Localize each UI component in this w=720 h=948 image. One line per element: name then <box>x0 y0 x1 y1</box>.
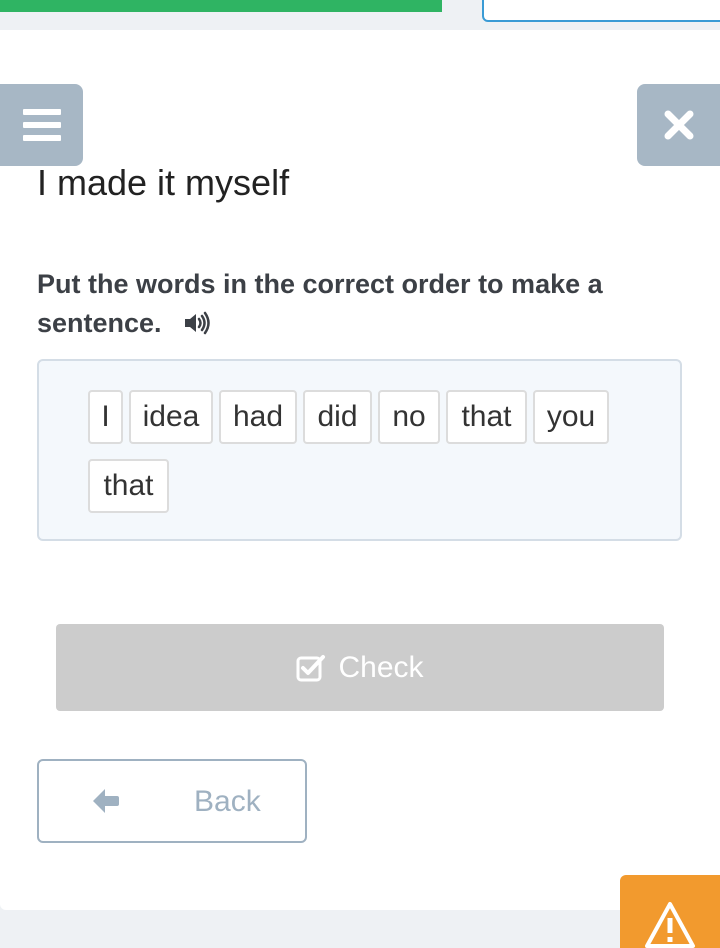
arrow-left-icon <box>93 789 119 813</box>
close-button[interactable] <box>637 84 720 166</box>
menu-button[interactable] <box>0 84 83 166</box>
close-icon <box>664 110 693 140</box>
checkbox-icon <box>296 654 326 681</box>
word-chip[interactable]: had <box>219 390 297 444</box>
word-chip[interactable]: that <box>446 390 527 444</box>
word-chip[interactable]: no <box>378 390 440 444</box>
check-label: Check <box>338 650 424 684</box>
speaker-icon[interactable] <box>183 307 211 346</box>
instruction-text: Put the words in the correct order to ma… <box>37 265 697 346</box>
word-chip[interactable]: idea <box>129 390 213 444</box>
instruction-label: Put the words in the correct order to ma… <box>37 269 603 338</box>
word-chip[interactable]: you <box>533 390 609 444</box>
word-chip[interactable]: that <box>88 459 169 513</box>
back-label: Back <box>194 785 261 818</box>
page-title: I made it myself <box>37 162 290 203</box>
back-button[interactable]: Back <box>37 759 307 843</box>
word-bank: I idea had did no that you that <box>37 359 682 541</box>
progress-bar <box>0 0 442 12</box>
word-chip[interactable]: I <box>88 390 123 444</box>
word-chip[interactable]: did <box>303 390 372 444</box>
hamburger-icon <box>22 109 61 141</box>
warning-icon <box>645 902 695 948</box>
check-button[interactable]: Check <box>56 624 664 711</box>
report-button[interactable] <box>620 875 720 948</box>
answer-field[interactable] <box>482 0 720 22</box>
